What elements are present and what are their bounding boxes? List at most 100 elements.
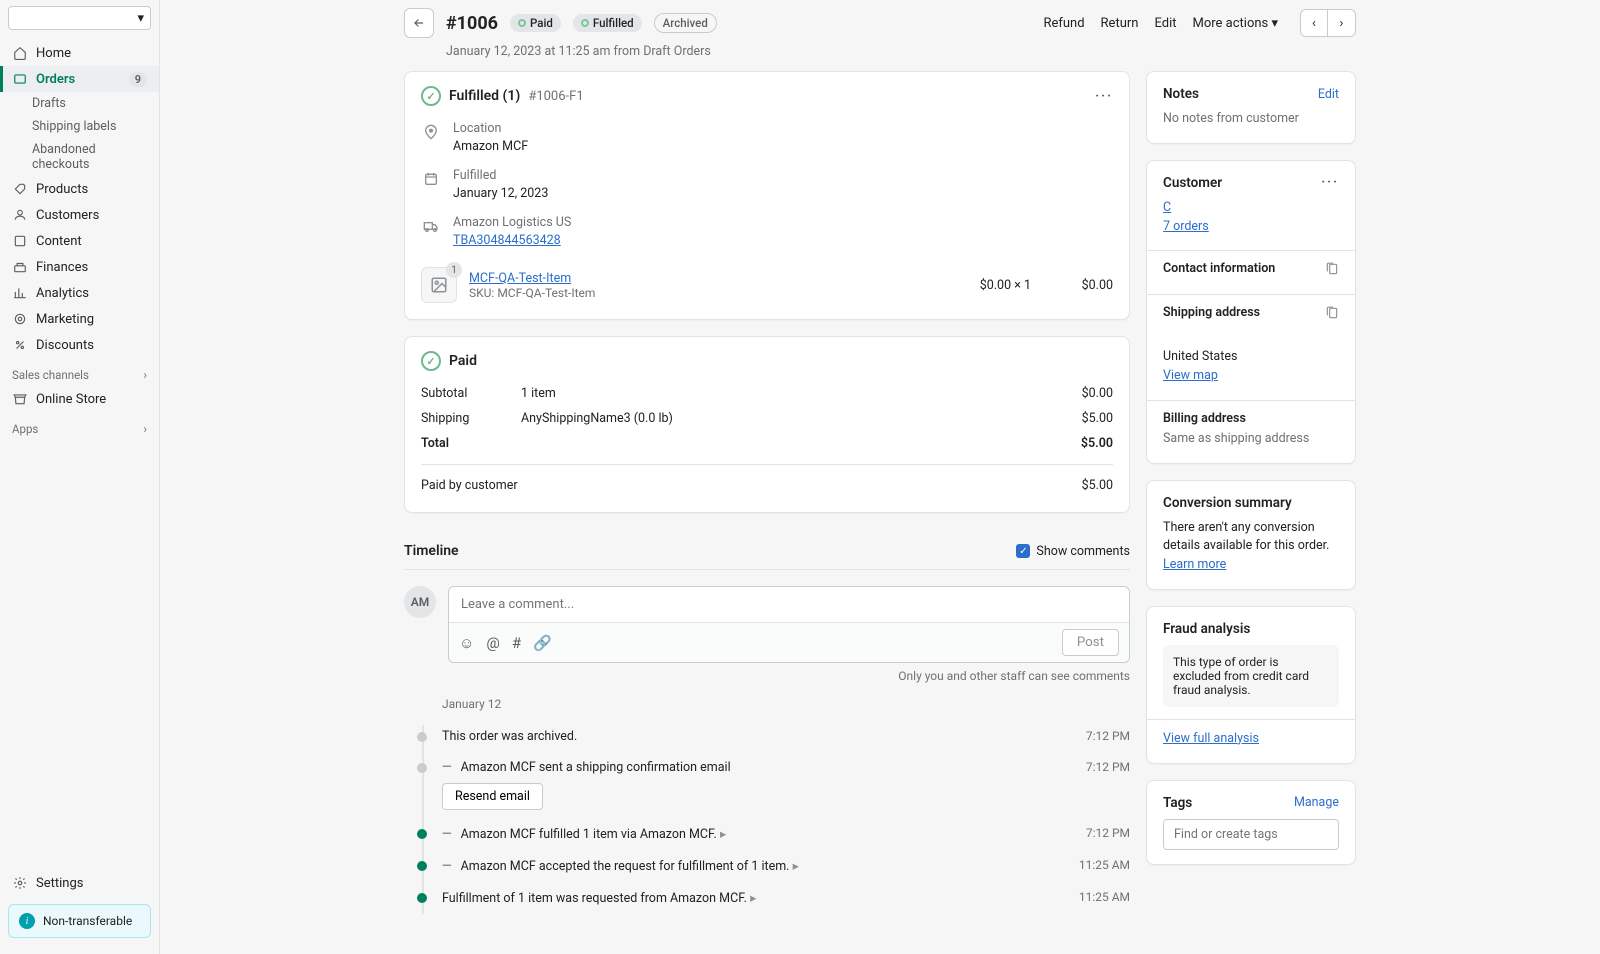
customer-orders-link[interactable]: 7 orders	[1163, 219, 1209, 234]
paid-pill: Paid	[510, 14, 561, 32]
caret-right-icon[interactable]: ▸	[750, 891, 756, 906]
order-number: #1006	[446, 13, 498, 34]
finances-icon	[12, 259, 28, 275]
non-transferable-badge: i Non-transferable	[8, 904, 151, 938]
notes-card: Notes Edit No notes from customer	[1146, 71, 1356, 144]
tags-input[interactable]	[1163, 819, 1339, 850]
view-map-link[interactable]: View map	[1163, 368, 1218, 383]
clipboard-icon[interactable]	[1325, 306, 1339, 320]
orders-icon	[12, 71, 28, 87]
view-full-analysis-link[interactable]: View full analysis	[1163, 731, 1259, 746]
item-qty-badge: 1	[446, 262, 462, 278]
edit-button[interactable]: Edit	[1154, 16, 1176, 31]
customer-card: Customer ··· C 7 orders Contact informat…	[1146, 160, 1356, 464]
caret-right-icon[interactable]: ▸	[793, 859, 799, 874]
nav-online-store[interactable]: Online Store	[0, 386, 159, 412]
chevron-right-icon: ›	[1340, 16, 1344, 31]
orders-badge: 9	[129, 72, 147, 87]
item-qty: $0.00 × 1	[980, 278, 1031, 293]
apps-heading: Apps ›	[0, 412, 159, 440]
store-selector[interactable]: ▾	[8, 6, 151, 30]
paid-card: Paid Subtotal 1 item $0.00 Shipping AnyS…	[404, 336, 1130, 513]
tracking-link[interactable]: TBA304844563428	[453, 233, 561, 248]
learn-more-link[interactable]: Learn more	[1163, 557, 1226, 572]
refund-button[interactable]: Refund	[1043, 16, 1084, 31]
notes-edit-link[interactable]: Edit	[1318, 87, 1339, 102]
customer-more-button[interactable]: ···	[1321, 175, 1339, 190]
timeline-dot-icon	[417, 763, 427, 773]
timeline-event: — Amazon MCF accepted the request for fu…	[442, 850, 1130, 882]
nav-orders[interactable]: Orders 9	[0, 66, 159, 92]
item-name-link[interactable]: MCF-QA-Test-Item	[469, 271, 571, 286]
nav-analytics[interactable]: Analytics	[0, 280, 159, 306]
timeline-section: Timeline ✓ Show comments AM ☺	[404, 529, 1130, 914]
customer-name-link[interactable]: C	[1163, 200, 1171, 215]
discounts-icon	[12, 337, 28, 353]
nav-marketing[interactable]: Marketing	[0, 306, 159, 332]
mention-icon[interactable]: @	[486, 634, 499, 652]
emoji-icon[interactable]: ☺	[459, 634, 474, 652]
fulfillment-more-button[interactable]: ···	[1095, 89, 1113, 104]
collapse-icon[interactable]: —	[442, 760, 452, 775]
chevron-right-icon[interactable]: ›	[144, 368, 147, 382]
check-circle-icon	[421, 351, 441, 371]
nav-settings[interactable]: Settings	[0, 870, 159, 896]
nav-discounts[interactable]: Discounts	[0, 332, 159, 358]
calendar-icon	[421, 169, 441, 189]
content-icon	[12, 233, 28, 249]
timeline-event: — Amazon MCF fulfilled 1 item via Amazon…	[442, 818, 1130, 850]
archived-pill: Archived	[654, 13, 717, 33]
prev-order-button[interactable]: ‹	[1300, 9, 1328, 37]
check-circle-icon	[421, 86, 441, 106]
tags-card: Tags Manage	[1146, 780, 1356, 865]
nav-home[interactable]: Home	[0, 40, 159, 66]
manage-tags-link[interactable]: Manage	[1294, 795, 1339, 810]
clipboard-icon[interactable]	[1325, 262, 1339, 276]
nav-drafts[interactable]: Drafts	[0, 92, 159, 115]
chevron-left-icon: ‹	[1312, 16, 1316, 31]
nav-customers[interactable]: Customers	[0, 202, 159, 228]
caret-right-icon[interactable]: ▸	[720, 827, 726, 842]
collapse-icon[interactable]: —	[442, 859, 452, 874]
fulfillment-ref: #1006-F1	[528, 89, 583, 104]
link-icon[interactable]: 🔗	[533, 634, 552, 652]
nav-products[interactable]: Products	[0, 176, 159, 202]
order-subtitle: January 12, 2023 at 11:25 am from Draft …	[404, 44, 1356, 59]
return-button[interactable]: Return	[1101, 16, 1139, 31]
timeline-dot-icon	[417, 861, 427, 871]
timeline-dot-icon	[417, 893, 427, 903]
collapse-icon[interactable]: —	[442, 827, 452, 842]
hashtag-icon[interactable]: #	[512, 634, 521, 652]
customers-icon	[12, 207, 28, 223]
paid-title: Paid	[449, 353, 477, 369]
nav-content[interactable]: Content	[0, 228, 159, 254]
chevron-right-icon[interactable]: ›	[144, 422, 147, 436]
next-order-button[interactable]: ›	[1328, 9, 1356, 37]
timeline-dot-icon	[417, 732, 427, 742]
chevron-down-icon: ▾	[137, 11, 144, 26]
timeline-dot-icon	[417, 829, 427, 839]
nav-finances[interactable]: Finances	[0, 254, 159, 280]
nav-abandoned-checkouts[interactable]: Abandoned checkouts	[0, 138, 159, 176]
checkbox-icon: ✓	[1016, 544, 1030, 558]
order-header: #1006 Paid Fulfilled Archived Refund Ret…	[404, 4, 1356, 42]
resend-email-button[interactable]: Resend email	[442, 783, 543, 810]
truck-icon	[421, 216, 441, 236]
sidebar: ▾ Home Orders 9 Drafts Shipping labels A…	[0, 0, 160, 954]
home-icon	[12, 45, 28, 61]
comment-note: Only you and other staff can see comment…	[448, 669, 1130, 683]
sales-channels-heading: Sales channels ›	[0, 358, 159, 386]
timeline-event: — Amazon MCF sent a shipping confirmatio…	[442, 752, 1130, 818]
analytics-icon	[12, 285, 28, 301]
show-comments-toggle[interactable]: ✓ Show comments	[1016, 544, 1130, 559]
products-icon	[12, 181, 28, 197]
gear-icon	[12, 875, 28, 891]
fulfilled-pill: Fulfilled	[573, 14, 642, 32]
comment-input[interactable]	[449, 587, 1129, 622]
more-actions-button[interactable]: More actions ▾	[1192, 16, 1278, 31]
timeline-date: January 12	[442, 697, 1130, 711]
nav-shipping-labels[interactable]: Shipping labels	[0, 115, 159, 138]
post-button[interactable]: Post	[1062, 629, 1119, 656]
item-sku: SKU: MCF-QA-Test-Item	[469, 286, 595, 300]
back-button[interactable]	[404, 8, 434, 38]
